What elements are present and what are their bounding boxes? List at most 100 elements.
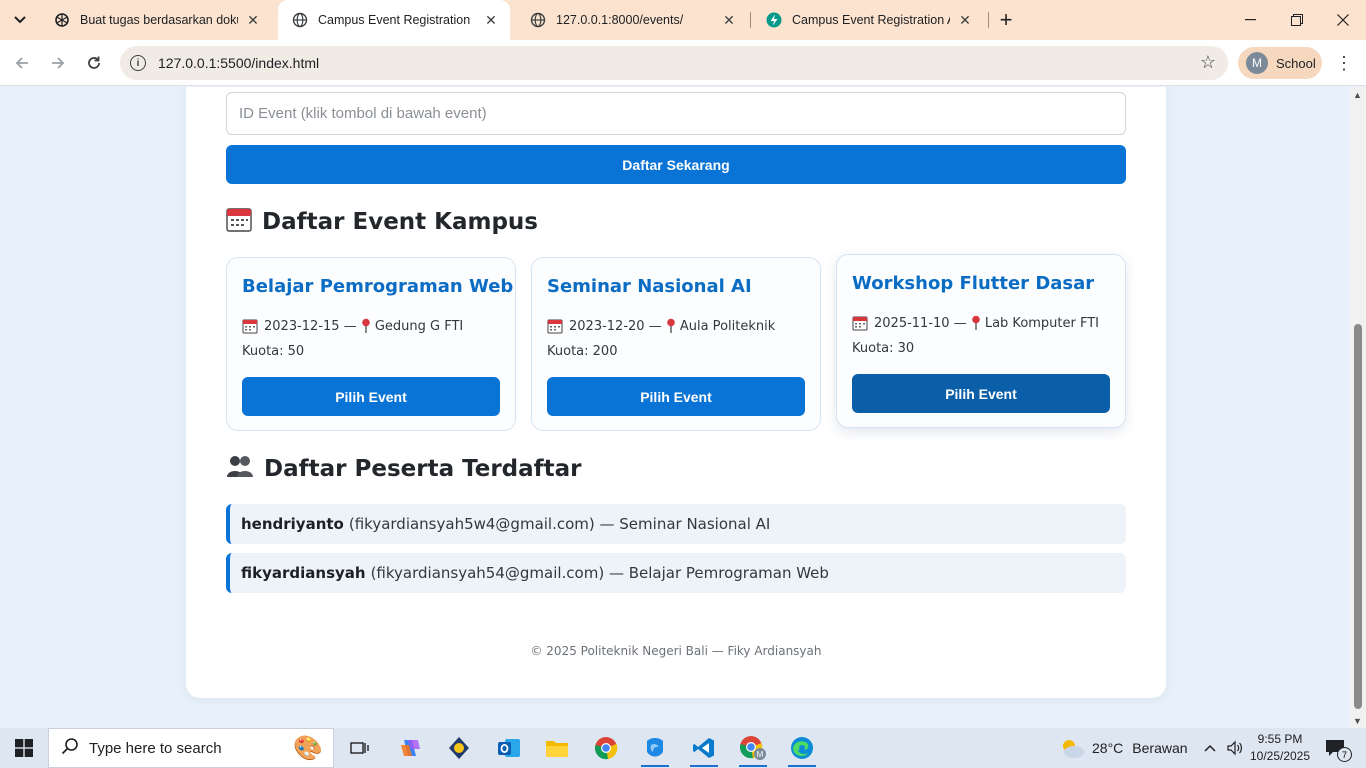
vpn-app[interactable] xyxy=(435,728,483,768)
globe-icon xyxy=(530,12,546,28)
profile-name: School xyxy=(1276,55,1316,71)
file-explorer-app[interactable] xyxy=(533,728,581,768)
minimize-button[interactable] xyxy=(1228,0,1274,40)
tab-chatgpt[interactable]: Buat tugas berdasarkan dokum ✕ xyxy=(40,0,272,40)
notification-center-button[interactable]: 7 xyxy=(1322,737,1352,762)
start-button[interactable] xyxy=(0,728,48,768)
select-event-button[interactable]: Pilih Event xyxy=(242,377,500,416)
browser-tab-bar: Buat tugas berdasarkan dokum ✕ Campus Ev… xyxy=(0,0,1366,40)
app-shield-icon xyxy=(647,738,663,757)
tab-search-dropdown[interactable] xyxy=(6,7,34,33)
tab-title: Buat tugas berdasarkan dokum xyxy=(80,13,238,27)
address-bar[interactable]: i 127.0.0.1:5500/index.html ☆ xyxy=(120,46,1228,80)
scrollbar-thumb[interactable] xyxy=(1354,324,1362,709)
weather-widget[interactable]: 28°C Berawan xyxy=(1058,728,1188,768)
vscode-app[interactable] xyxy=(680,728,728,768)
tab-title: 127.0.0.1:8000/events/ xyxy=(556,13,684,27)
edge-app[interactable] xyxy=(778,728,826,768)
meta-separator: — xyxy=(953,315,967,331)
scroll-down-arrow-icon[interactable]: ▼ xyxy=(1353,716,1362,726)
event-quota: Kuota: 50 xyxy=(242,344,305,359)
close-icon xyxy=(1337,14,1349,26)
close-tab-icon[interactable]: ✕ xyxy=(244,11,262,29)
tab-events-api[interactable]: 127.0.0.1:8000/events/ ✕ xyxy=(516,0,748,40)
task-view-button[interactable] xyxy=(336,728,384,768)
close-tab-icon[interactable]: ✕ xyxy=(482,11,500,29)
url-text[interactable]: 127.0.0.1:5500/index.html xyxy=(158,55,319,71)
copilot-app[interactable] xyxy=(386,728,434,768)
notification-count-badge: 7 xyxy=(1337,747,1352,762)
taskbar-search-box[interactable]: Type here to search 🎨 xyxy=(48,728,334,768)
back-button[interactable] xyxy=(8,49,36,77)
tab-separator xyxy=(988,12,989,28)
edge-dev-app[interactable] xyxy=(631,728,679,768)
page-footer: © 2025 Politeknik Negeri Bali — Fiky Ard… xyxy=(530,644,822,658)
vscode-icon xyxy=(693,738,714,758)
page-viewport: Daftar Sekarang Daftar Event Kampus Bela… xyxy=(0,87,1350,728)
event-date: 2023-12-15 xyxy=(264,318,340,334)
register-button[interactable]: Daftar Sekarang xyxy=(226,145,1126,184)
event-date: 2025-11-10 xyxy=(874,315,950,331)
tab-title: Campus Event Registration xyxy=(318,13,471,27)
search-placeholder: Type here to search xyxy=(89,739,222,757)
tab-campus-event-registration[interactable]: Campus Event Registration ✕ xyxy=(278,0,510,40)
people-icon xyxy=(226,453,254,485)
shield-star-icon xyxy=(449,737,469,759)
event-meta: 2025-11-10 — Lab Komputer FTI xyxy=(852,315,1099,331)
event-title: Seminar Nasional AI xyxy=(547,276,752,297)
location-pin-icon xyxy=(362,318,370,333)
avatar: M xyxy=(1246,52,1268,74)
chrome-app[interactable] xyxy=(582,728,630,768)
main-card: Daftar Sekarang Daftar Event Kampus Bela… xyxy=(186,87,1166,698)
browser-menu-button[interactable]: ⋮ xyxy=(1330,49,1358,77)
page-scrollbar[interactable]: ▲ ▼ xyxy=(1350,87,1366,728)
arrow-left-icon xyxy=(15,57,28,69)
events-section-title: Daftar Event Kampus xyxy=(226,206,538,238)
reload-button[interactable] xyxy=(80,49,108,77)
tab-separator xyxy=(750,12,751,28)
meta-separator: — xyxy=(343,318,357,334)
event-location: Gedung G FTI xyxy=(374,318,464,334)
arrow-right-icon xyxy=(52,57,65,69)
event-location: Aula Politeknik xyxy=(679,318,776,334)
forward-button[interactable] xyxy=(44,49,72,77)
outlook-icon xyxy=(498,739,520,757)
bookmark-star-icon[interactable]: ☆ xyxy=(1200,52,1216,73)
show-hidden-icons-button[interactable] xyxy=(1204,728,1216,768)
chevron-up-icon xyxy=(1204,744,1216,752)
profile-button[interactable]: M School xyxy=(1238,47,1322,79)
windows-logo-icon xyxy=(15,739,33,757)
close-tab-icon[interactable]: ✕ xyxy=(720,11,738,29)
select-event-button[interactable]: Pilih Event xyxy=(852,374,1110,413)
system-clock[interactable]: 9:55 PM 10/25/2025 xyxy=(1240,731,1320,765)
search-icon xyxy=(61,737,79,760)
more-vertical-icon: ⋮ xyxy=(1335,52,1353,73)
close-window-button[interactable] xyxy=(1320,0,1366,40)
outlook-app[interactable] xyxy=(485,728,533,768)
close-tab-icon[interactable]: ✕ xyxy=(956,11,974,29)
scroll-up-arrow-icon[interactable]: ▲ xyxy=(1353,90,1362,100)
partly-cloudy-icon xyxy=(1063,740,1084,758)
restore-icon xyxy=(1291,14,1303,26)
event-quota: Kuota: 200 xyxy=(547,344,618,359)
select-event-button[interactable]: Pilih Event xyxy=(547,377,805,416)
openai-icon xyxy=(54,12,70,28)
tab-api-docs[interactable]: Campus Event Registration API ✕ xyxy=(752,0,984,40)
event-meta: 2023-12-15 — Gedung G FTI xyxy=(242,318,463,334)
event-id-input[interactable] xyxy=(226,92,1126,135)
event-card: Belajar Pemrograman Web 2023-12-15 — Ged… xyxy=(226,257,516,431)
event-card: Seminar Nasional AI 2023-12-20 — Aula Po… xyxy=(531,257,821,431)
tab-title: Campus Event Registration API xyxy=(792,13,950,27)
calendar-icon xyxy=(226,206,252,238)
participant-name: hendriyanto xyxy=(241,515,344,533)
chrome-icon xyxy=(595,737,618,760)
reload-icon xyxy=(88,56,100,69)
new-tab-button[interactable]: + xyxy=(992,6,1020,34)
restore-button[interactable] xyxy=(1274,0,1320,40)
participant-item: fikyardiansyah (fikyardiansyah54@gmail.c… xyxy=(226,553,1126,593)
event-quota: Kuota: 30 xyxy=(852,341,915,356)
chrome-profile-app[interactable]: M xyxy=(729,728,777,768)
meta-separator: — xyxy=(648,318,662,334)
site-info-icon[interactable]: i xyxy=(130,55,146,71)
event-card: Workshop Flutter Dasar 2025-11-10 — Lab … xyxy=(836,254,1126,428)
